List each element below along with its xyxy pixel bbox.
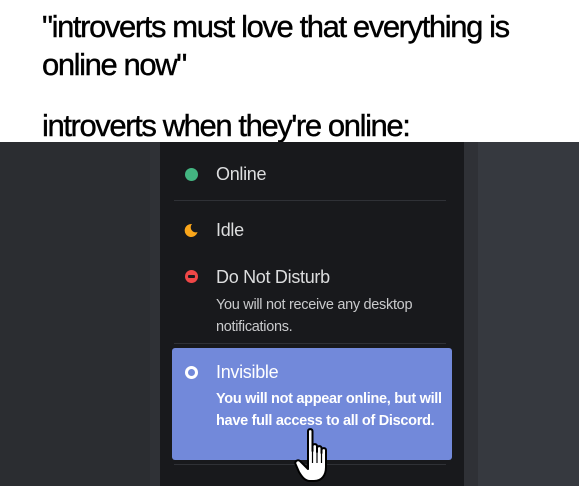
status-option-idle[interactable]: Idle [172,219,452,249]
menu-divider [174,200,446,201]
meme-caption-top: "introverts must love that everything is… [42,9,511,82]
hand-pointer-icon [294,428,327,482]
discord-screenshot: Online Idle Do Not Disturb You will not … [0,142,579,486]
status-option-dnd[interactable]: Do Not Disturb You will not receive any … [172,266,452,346]
idle-moon-icon [184,223,198,237]
status-description-dnd: You will not receive any desktop notific… [216,297,413,335]
status-label-invisible: Invisible [216,362,279,382]
status-label-idle: Idle [216,220,244,240]
dnd-icon [185,270,198,283]
status-description-invisible: You will not appear online, but will hav… [216,391,442,429]
channel-sidebar [0,142,150,486]
member-panel [478,142,579,486]
meme-caption-bottom: introverts when they're online: [42,108,411,143]
status-label-online: Online [216,164,267,184]
menu-divider [174,343,446,344]
online-dot-icon [185,168,198,181]
status-option-online[interactable]: Online [172,163,452,193]
invisible-ring-icon [185,366,198,379]
status-label-dnd: Do Not Disturb [216,267,330,287]
